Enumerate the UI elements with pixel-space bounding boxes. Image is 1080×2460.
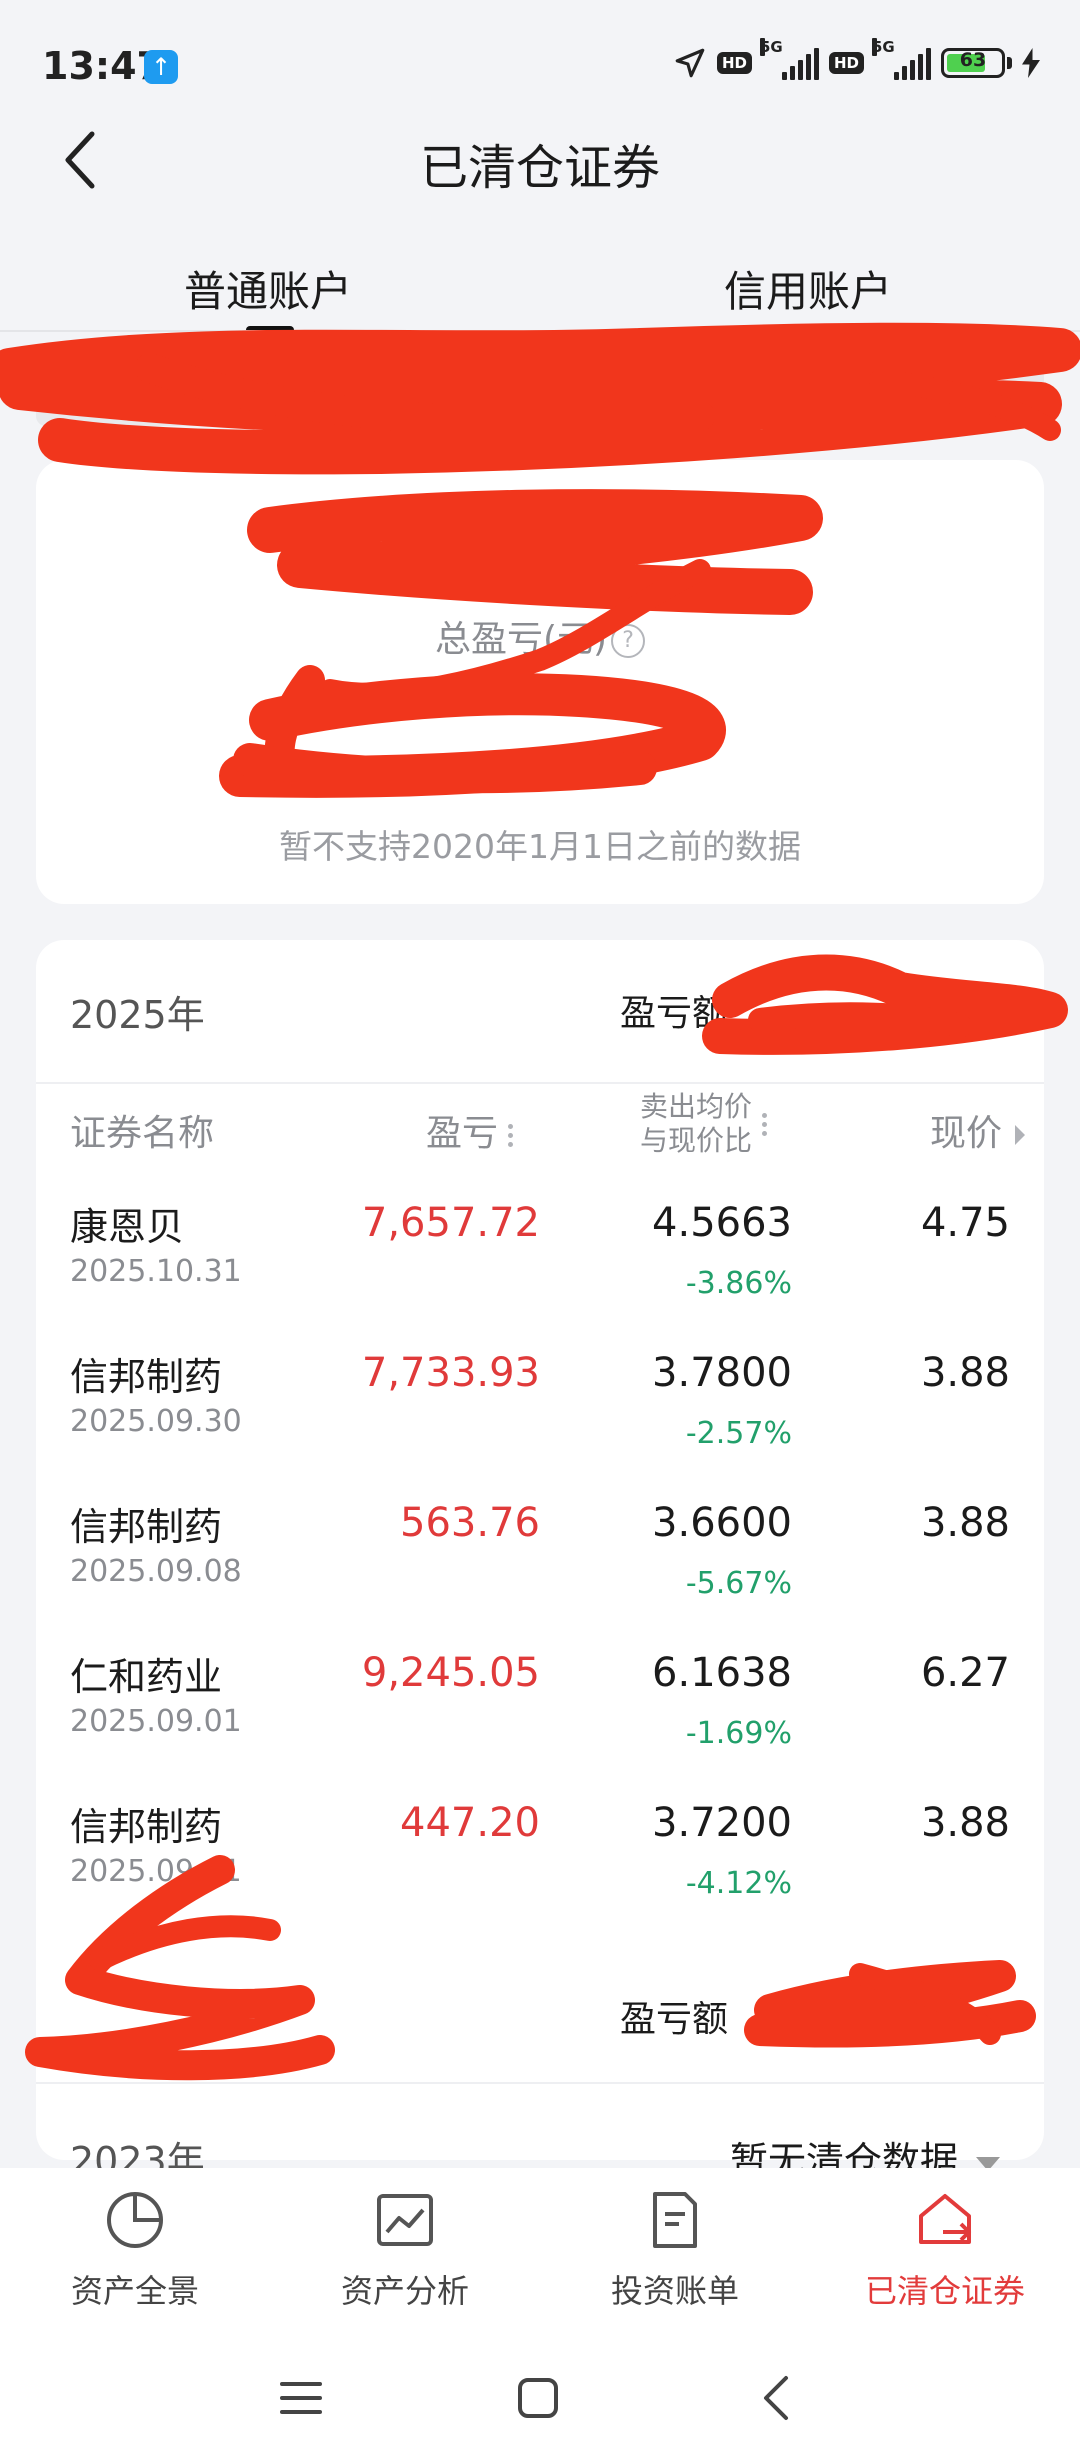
page-title: 已清仓证券 — [419, 140, 660, 196]
help-icon[interactable]: ? — [611, 624, 646, 658]
document-icon — [653, 2192, 697, 2248]
clear-date: 2025.09.01 — [70, 1704, 242, 1739]
sort-menu-icon — [508, 1120, 514, 1151]
list-divider — [36, 2082, 1044, 2084]
menu-icon[interactable] — [278, 2378, 324, 2418]
sell-avg-price: 3.7800 — [652, 1350, 792, 1396]
sell-avg-price: 6.1638 — [652, 1650, 792, 1696]
date-filter-chip[interactable] — [36, 362, 436, 426]
nav-asset-analysis[interactable]: 资产分析 — [290, 2188, 520, 2312]
nav-cleared-securities[interactable]: 已清仓证券 — [830, 2188, 1060, 2312]
date-picker-chip[interactable] — [930, 362, 1044, 426]
security-name: 仁和药业 — [70, 1655, 223, 1699]
total-pnl-label: 总盈亏(元)? — [0, 610, 1080, 662]
column-header-pnl[interactable]: 盈亏 — [426, 1104, 514, 1156]
signal-icon: 5G — [759, 38, 819, 80]
current-price: 3.88 — [920, 1500, 1010, 1546]
upload-notification-icon: ↑ — [144, 50, 178, 84]
charging-icon — [1022, 48, 1040, 78]
tab-divider — [0, 330, 1080, 332]
house-exit-icon — [919, 2194, 971, 2244]
year-2024-pnl-label: 盈亏额 — [620, 1999, 729, 2040]
security-name: 信邦制药 — [70, 1505, 223, 1549]
pnl-value: 447.20 — [400, 1800, 540, 1846]
year-2025-title: 2025年 — [70, 993, 205, 1037]
pnl-value: 7,657.72 — [361, 1200, 540, 1246]
price-ratio: -4.12% — [685, 1866, 792, 1901]
location-arrow-icon — [675, 48, 705, 78]
pnl-value: 9,245.05 — [361, 1650, 540, 1696]
sell-avg-price: 3.7200 — [652, 1800, 792, 1846]
price-ratio: -1.69% — [685, 1716, 792, 1751]
hd-badge: HD — [828, 52, 864, 74]
back-icon[interactable] — [760, 2374, 792, 2422]
price-ratio: -3.86% — [685, 1266, 792, 1301]
pnl-value: 563.76 — [400, 1500, 540, 1546]
tab-normal-account[interactable]: 普通账户 — [184, 258, 352, 319]
column-header-sell-avg[interactable]: 卖出均价 与现价比 — [640, 1090, 768, 1158]
clear-date: 2025.09.30 — [70, 1404, 242, 1439]
date-filter-chip[interactable] — [462, 362, 882, 426]
clear-date: 2025.09.08 — [70, 1554, 242, 1589]
chevron-right-icon — [1015, 1125, 1026, 1145]
pie-chart-icon — [107, 2192, 163, 2248]
battery-icon: 63 — [941, 48, 1005, 78]
pnl-value: 7,733.93 — [361, 1350, 540, 1396]
current-price: 6.27 — [920, 1650, 1010, 1696]
signal-icon: 5G — [872, 38, 931, 80]
sell-avg-price: 3.6600 — [652, 1500, 792, 1546]
data-range-note: 暂不支持2020年1月1日之前的数据 — [279, 827, 801, 866]
year-2025-pnl-label: 盈亏额 — [620, 993, 729, 1034]
column-header-price[interactable]: 现价 — [930, 1104, 1027, 1156]
clear-date: 2025.10.31 — [70, 1254, 242, 1289]
current-price: 4.75 — [920, 1200, 1010, 1246]
security-name: 康恩贝 — [70, 1205, 185, 1249]
column-header-name: 证券名称 — [70, 1113, 215, 1154]
home-icon[interactable] — [516, 2376, 560, 2420]
sell-avg-price: 4.5663 — [652, 1200, 792, 1246]
nav-investment-bill[interactable]: 投资账单 — [560, 2188, 790, 2312]
sort-menu-icon — [762, 1109, 768, 1140]
security-name: 信邦制药 — [70, 1805, 223, 1849]
status-indicators: HD 5G HD 5G 63 — [673, 38, 1040, 80]
nav-asset-overview[interactable]: 资产全景 — [20, 2188, 250, 2312]
clear-date: 2025.09.01 — [70, 1854, 242, 1889]
current-price: 3.88 — [920, 1350, 1010, 1396]
current-price: 3.88 — [920, 1800, 1010, 1846]
list-divider — [36, 1082, 1044, 1084]
line-chart-icon — [377, 2194, 433, 2246]
tab-credit-account[interactable]: 信用账户 — [724, 258, 892, 319]
price-ratio: -5.67% — [685, 1566, 792, 1601]
security-name: 信邦制药 — [70, 1355, 223, 1399]
hd-badge: HD — [716, 52, 752, 74]
price-ratio: -2.57% — [685, 1416, 792, 1451]
